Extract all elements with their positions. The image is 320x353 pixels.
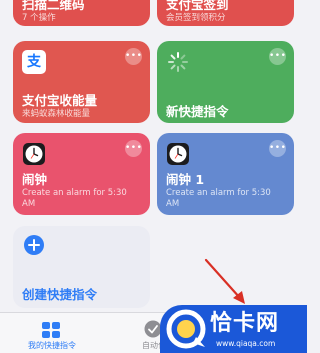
grid-icon bbox=[42, 322, 60, 338]
card-subtitle: 来蚂蚁森林收能量 bbox=[22, 109, 91, 119]
plus-circle-icon bbox=[23, 234, 45, 256]
card-title: 闹钟 bbox=[22, 172, 48, 187]
watermark-url: www.qiaqa.com bbox=[216, 339, 276, 348]
create-shortcut-card[interactable]: 创建快捷指令 bbox=[13, 226, 150, 308]
card-title: 扫描二维码 bbox=[22, 0, 85, 12]
shortcut-card-scan-qr[interactable]: 扫描二维码 7 个操作 bbox=[13, 0, 150, 26]
card-subtitle: Create an alarm for 5:30 AM bbox=[166, 188, 271, 209]
alipay-icon: 支 bbox=[22, 50, 46, 74]
clock-icon bbox=[22, 142, 46, 166]
annotation-arrow bbox=[204, 258, 245, 304]
shortcut-card-alarm[interactable]: ••• 闹钟 Create an alarm for 5:30 AM bbox=[13, 133, 150, 215]
card-title: 支付宝签到 bbox=[166, 0, 229, 12]
card-title: 支付宝收能量 bbox=[22, 93, 98, 108]
card-subtitle: Create an alarm for 5:30 AM bbox=[22, 188, 127, 209]
tab-label: 我的快捷指令 bbox=[28, 341, 76, 350]
watermark: 恰卡网 www.qiaqa.com bbox=[160, 305, 307, 353]
card-title: 闹钟 1 bbox=[166, 172, 205, 187]
clock-icon bbox=[166, 142, 190, 166]
more-options-button[interactable]: ••• bbox=[125, 48, 142, 65]
watermark-logo-icon bbox=[166, 309, 206, 349]
more-options-button[interactable]: ••• bbox=[125, 140, 142, 157]
card-subtitle: 会员签到领积分 bbox=[166, 13, 226, 23]
card-subtitle: 7 个操作 bbox=[22, 13, 56, 23]
create-shortcut-label: 创建快捷指令 bbox=[22, 287, 98, 302]
shortcut-card-alipay-energy[interactable]: 支 ••• 支付宝收能量 来蚂蚁森林收能量 bbox=[13, 41, 150, 123]
tab-my-shortcuts[interactable]: 我的快捷指令 bbox=[20, 313, 84, 353]
loading-spinner-icon bbox=[166, 50, 190, 74]
card-title: 新快捷指令 bbox=[166, 104, 229, 119]
shortcut-card-new-shortcut[interactable]: ••• 新快捷指令 bbox=[157, 41, 294, 123]
shortcut-card-alipay-checkin[interactable]: 支付宝签到 会员签到领积分 bbox=[157, 0, 294, 26]
watermark-text: 恰卡网 bbox=[210, 311, 280, 336]
shortcut-card-alarm-1[interactable]: ••• 闹钟 1 Create an alarm for 5:30 AM bbox=[157, 133, 294, 215]
more-options-button[interactable]: ••• bbox=[269, 48, 286, 65]
more-options-button[interactable]: ••• bbox=[269, 140, 286, 157]
